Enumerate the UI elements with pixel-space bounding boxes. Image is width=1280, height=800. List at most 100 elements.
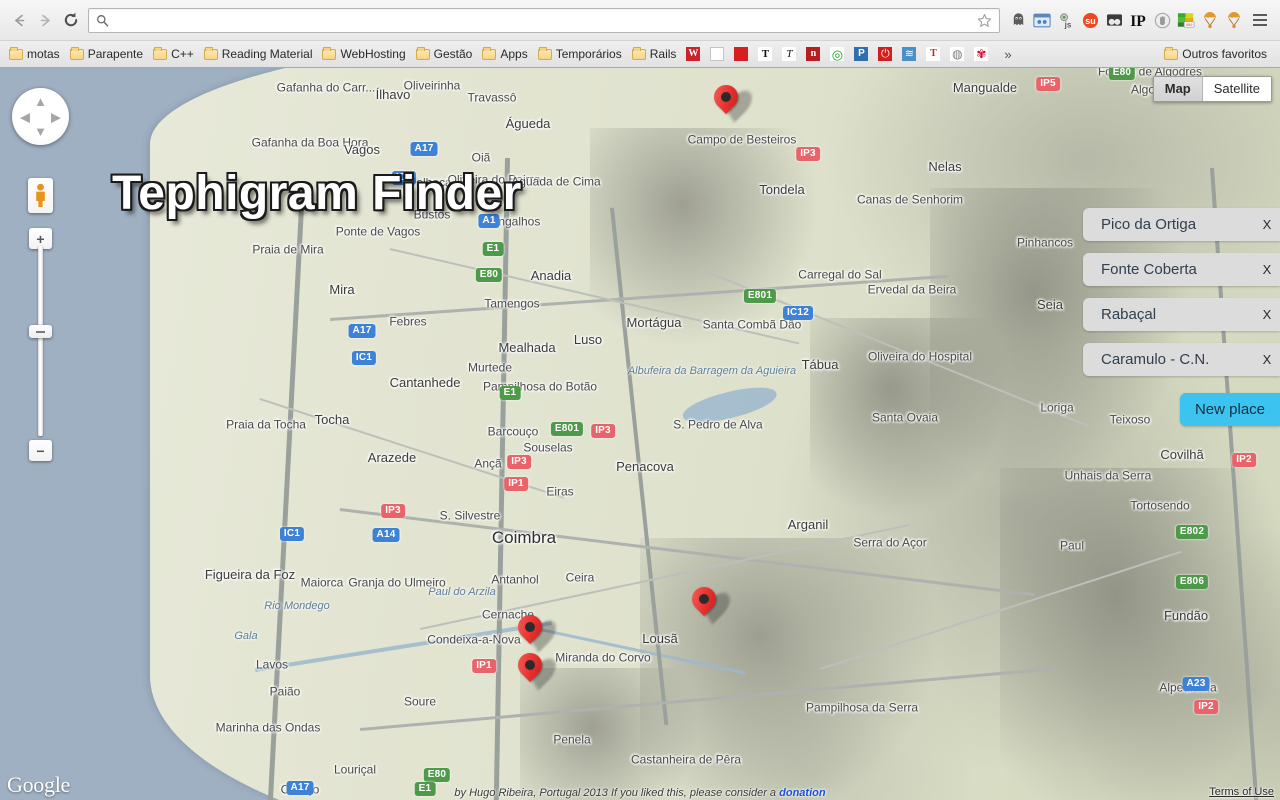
map-type-map-button[interactable]: Map: [1153, 77, 1202, 101]
place-item[interactable]: Pico da Ortiga X: [1083, 208, 1280, 241]
blank-page-icon: [710, 47, 725, 61]
road-shield: IP1: [472, 659, 496, 673]
bookmark-item-power[interactable]: ⏻: [873, 44, 897, 65]
map-marker[interactable]: [687, 582, 734, 625]
bookmark-label: Temporários: [555, 47, 622, 61]
bookmark-item-times[interactable]: T: [753, 44, 777, 65]
terms-of-use-link[interactable]: Terms of Use: [1209, 786, 1274, 798]
road-shield: IP5: [1036, 77, 1060, 91]
pan-left-icon[interactable]: ◀: [20, 110, 30, 123]
bookmark-label: WebHosting: [340, 47, 406, 61]
place-name: Rabaçal: [1101, 306, 1157, 323]
other-bookmarks-folder[interactable]: Outros favoritos: [1159, 44, 1272, 65]
bookmarks-overflow-button[interactable]: »: [997, 47, 1018, 62]
p-blue-icon: P: [854, 47, 869, 61]
bookmark-item[interactable]: C++: [148, 44, 199, 65]
bookmark-item-shell[interactable]: ◍: [945, 44, 969, 65]
pan-down-icon[interactable]: ▼: [34, 125, 47, 138]
browser-toolbar: js su IP 059: [0, 0, 1280, 40]
map-marker[interactable]: [513, 648, 560, 691]
bookmark-label: Rails: [649, 47, 677, 61]
map-type-satellite-button[interactable]: Satellite: [1201, 77, 1271, 101]
notscripts-hand-icon[interactable]: [1150, 7, 1174, 33]
map-marker[interactable]: [513, 610, 560, 653]
place-item[interactable]: Rabaçal X: [1083, 298, 1280, 331]
road-shield: E802: [1175, 525, 1209, 539]
new-place-button[interactable]: New place: [1180, 393, 1280, 426]
pan-up-icon[interactable]: ▲: [34, 95, 47, 108]
address-bar-input[interactable]: [114, 8, 977, 32]
svg-text:IP: IP: [1130, 13, 1146, 29]
road-shield: IC1: [351, 351, 377, 365]
bookmark-item[interactable]: Rails: [627, 44, 682, 65]
road-shield: A14: [372, 528, 400, 542]
bookmark-item-redt[interactable]: T: [921, 44, 945, 65]
bookmark-item[interactable]: Reading Material: [199, 44, 318, 65]
stumbleupon-icon[interactable]: su: [1078, 7, 1102, 33]
bookmark-item-target[interactable]: ◎: [825, 44, 849, 65]
zoom-slider-track[interactable]: [38, 246, 43, 436]
adblock-icon[interactable]: [1102, 7, 1126, 33]
road-shield: IP1: [504, 477, 528, 491]
bookmark-item[interactable]: Temporários: [533, 44, 627, 65]
address-bar[interactable]: [88, 7, 1000, 33]
map-pan-control[interactable]: ▲ ▼ ◀ ▶: [12, 88, 69, 145]
place-remove-button[interactable]: X: [1254, 217, 1280, 232]
road-shield: IC12: [783, 306, 813, 320]
road-shield: IP2: [1232, 453, 1256, 467]
back-button[interactable]: [6, 7, 32, 33]
folder-icon: [322, 46, 337, 60]
parachute-icon-1[interactable]: [1198, 7, 1222, 33]
bookmark-item-p[interactable]: P: [849, 44, 873, 65]
bookmark-item-wikipedia[interactable]: W: [681, 44, 705, 65]
bookmark-item-nytimes[interactable]: n: [801, 44, 825, 65]
javascript-toggle-icon[interactable]: js: [1054, 7, 1078, 33]
parachute-icon-2[interactable]: [1222, 7, 1246, 33]
window-resizer-icon[interactable]: [1030, 7, 1054, 33]
map-marker[interactable]: [709, 80, 756, 123]
google-logo: Google: [7, 772, 70, 797]
place-remove-button[interactable]: X: [1254, 352, 1280, 367]
forward-arrow-icon: [40, 14, 50, 26]
place-remove-button[interactable]: X: [1254, 307, 1280, 322]
place-item[interactable]: Fonte Coberta X: [1083, 253, 1280, 286]
reload-button[interactable]: [58, 7, 84, 33]
road-shield: IP3: [381, 504, 405, 518]
gray-shell-icon: ◍: [950, 47, 965, 61]
pan-right-icon[interactable]: ▶: [51, 110, 61, 123]
telegraph-icon: T: [782, 47, 797, 61]
bookmark-item-telegraph[interactable]: T: [777, 44, 801, 65]
raspberry-pi-icon: ✾: [974, 47, 989, 61]
bookmark-item-raspberrypi[interactable]: ✾: [969, 44, 997, 65]
map-type-control[interactable]: Map Satellite: [1152, 76, 1272, 102]
map-viewport[interactable]: Gafanha do Carr... Ílhavo Oliveirinha Trava…: [0, 68, 1280, 800]
bookmark-item[interactable]: Gestão: [411, 44, 478, 65]
map-zoom-control[interactable]: + −: [29, 228, 52, 461]
bookmark-item[interactable]: Apps: [477, 44, 532, 65]
bookmark-item-rss[interactable]: ≋: [897, 44, 921, 65]
place-item[interactable]: Caramulo - C.N. X: [1083, 343, 1280, 376]
back-arrow-icon: [14, 14, 24, 26]
ghostery-icon[interactable]: [1006, 7, 1030, 33]
bookmark-star-icon[interactable]: [977, 13, 992, 28]
road-shield: IP3: [591, 424, 615, 438]
folder-icon: [631, 46, 646, 60]
bookmark-item-blank[interactable]: [705, 44, 729, 65]
zoom-slider-handle[interactable]: [29, 325, 52, 338]
folder-icon: [482, 46, 497, 60]
road-shield: IP2: [1194, 700, 1218, 714]
place-remove-button[interactable]: X: [1254, 262, 1280, 277]
bookmark-item[interactable]: Parapente: [65, 44, 148, 65]
street-view-pegman[interactable]: [28, 178, 53, 213]
zoom-out-button[interactable]: −: [29, 440, 52, 461]
red-t-icon: T: [926, 47, 941, 61]
chrome-menu-icon[interactable]: [1248, 7, 1272, 33]
bookmark-item-red[interactable]: [729, 44, 753, 65]
place-name: Caramulo - C.N.: [1101, 351, 1210, 368]
ip-address-icon[interactable]: IP: [1126, 7, 1150, 33]
pegman-icon: [36, 183, 45, 207]
bookmark-item[interactable]: WebHosting: [317, 44, 410, 65]
colorzilla-icon[interactable]: 059: [1174, 7, 1198, 33]
bookmark-item[interactable]: motas: [4, 44, 65, 65]
forward-button[interactable]: [32, 7, 58, 33]
